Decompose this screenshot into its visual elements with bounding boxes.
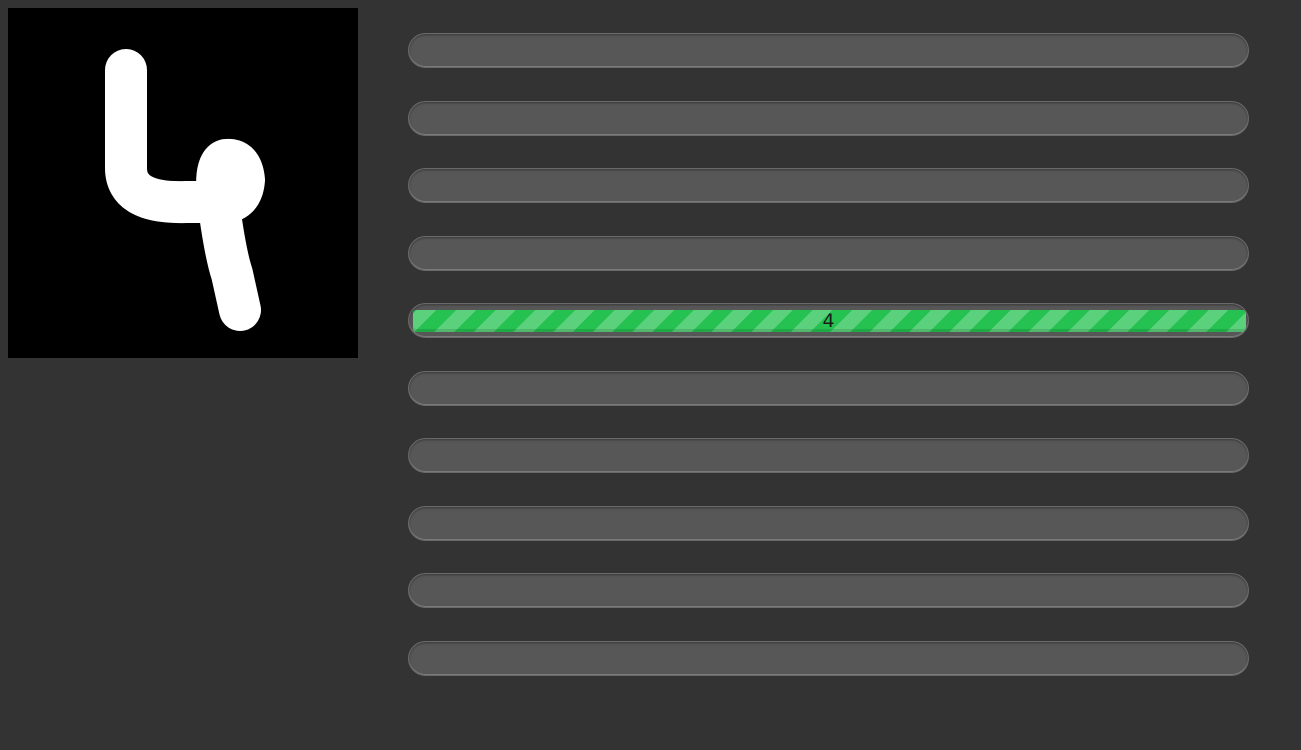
prediction-bar-label: [409, 237, 1248, 270]
prediction-bar-label: [409, 169, 1248, 202]
prediction-bar: 4: [408, 303, 1249, 338]
prediction-bar-label: [409, 574, 1248, 607]
prediction-bar-label: [409, 34, 1248, 67]
prediction-bar: [408, 505, 1249, 541]
prediction-bars: 4: [408, 33, 1249, 708]
prediction-bar: [408, 370, 1249, 406]
prediction-bar-label: [409, 102, 1248, 135]
prediction-bar: [408, 100, 1249, 136]
prediction-bar: [408, 168, 1249, 203]
prediction-bar: [408, 33, 1249, 68]
prediction-bar-fill: [413, 310, 1246, 332]
prediction-bar-label: [409, 642, 1248, 675]
drawn-digit-4-icon: [105, 49, 265, 331]
prediction-bar-label: [409, 372, 1248, 405]
prediction-bar: [408, 235, 1249, 271]
digit-recognizer-app: 4: [0, 0, 1301, 750]
prediction-bar: [408, 573, 1249, 608]
prediction-bar: [408, 438, 1249, 473]
prediction-bar: [408, 640, 1249, 676]
drawing-canvas[interactable]: [8, 8, 358, 358]
prediction-bar-label: [409, 507, 1248, 540]
prediction-bar-label: [409, 439, 1248, 472]
